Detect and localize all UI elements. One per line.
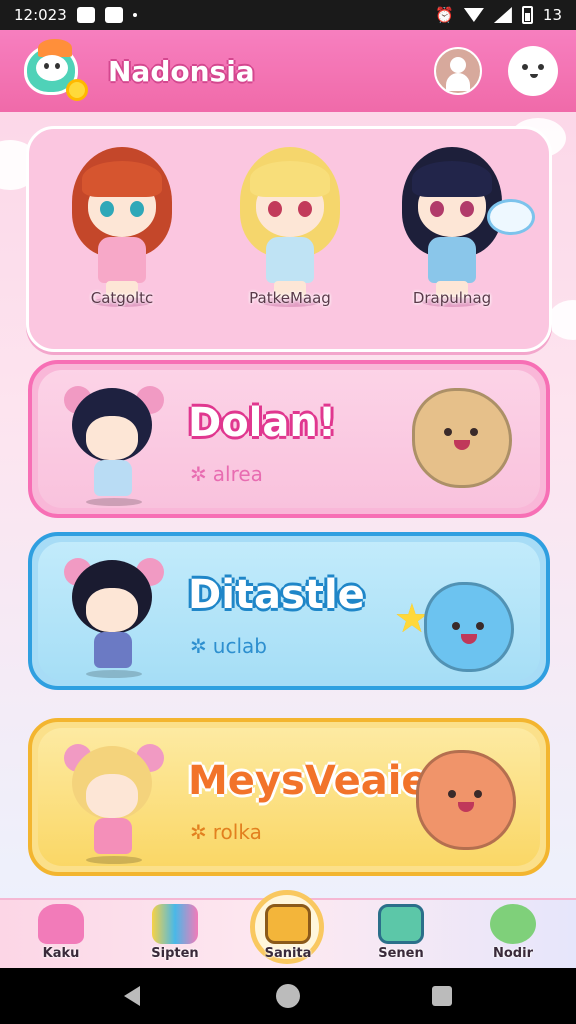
nav-label: Senen (378, 946, 424, 961)
signal-icon (493, 7, 512, 23)
card-subtitle: alrea (212, 462, 263, 486)
nav-label: Nodir (493, 946, 533, 961)
alarm-icon: ⏰ (435, 6, 454, 24)
menu-button[interactable] (508, 46, 558, 96)
system-navigation-bar (0, 968, 576, 1024)
character-thumbnail (58, 738, 168, 868)
nav-label: Kaku (42, 946, 80, 961)
menu-dot-icon (538, 64, 544, 70)
menu-dot-icon (530, 74, 538, 78)
status-bar: 12:023 ⏰ 13 (0, 0, 576, 30)
battery-icon (521, 6, 533, 24)
card-subtitle: rolka (212, 820, 262, 844)
battery-text: 13 (542, 6, 562, 24)
character-option-3[interactable]: Drapulnag (377, 139, 535, 319)
picture-frame-icon (378, 904, 424, 944)
card-title: MeysVeaie (188, 758, 429, 804)
nav-item-sipten[interactable]: Sipten (130, 904, 220, 968)
character-panel: Catgoltc PatkeMaag Drapulnag (26, 126, 552, 352)
sparkle-icon: ✲ (190, 820, 207, 844)
blue-blob-mascot-icon (424, 582, 514, 672)
app-logo-icon (18, 35, 90, 107)
recent-apps-icon[interactable] (432, 986, 452, 1006)
character-thumbnail (58, 380, 168, 510)
thought-bubble-icon (487, 199, 535, 235)
app-notification-icon (104, 7, 123, 23)
status-time: 12:023 (14, 6, 67, 24)
more-notifications-icon (132, 13, 137, 17)
character-option-2[interactable]: PatkeMaag (215, 139, 365, 319)
gift-box-icon (265, 904, 311, 944)
category-card-pink[interactable]: Dolan! ✲ alrea (28, 360, 550, 518)
card-subtitle-row: ✲ uclab (190, 634, 267, 658)
hammer-icon (152, 904, 198, 944)
bottom-navigation: Kaku Sipten Sanita Senen Nodir (0, 890, 576, 968)
green-creature-icon (490, 904, 536, 944)
card-subtitle-row: ✲ alrea (190, 462, 263, 486)
card-subtitle: uclab (212, 634, 267, 658)
character-label: Drapulnag (412, 289, 492, 307)
status-left: 12:023 (14, 6, 137, 24)
menu-dot-icon (522, 64, 528, 70)
card-title: Ditastle (188, 572, 365, 618)
cloud-decoration (548, 300, 576, 340)
sparkle-icon: ✲ (190, 634, 207, 658)
nav-item-sanita[interactable]: Sanita (243, 904, 333, 968)
nav-item-senen[interactable]: Senen (356, 904, 446, 968)
card-title: Dolan! (188, 400, 337, 446)
app-title: Nadonsia (108, 54, 255, 88)
character-label: Catgoltc (90, 289, 154, 307)
category-card-blue[interactable]: Ditastle ✲ uclab ★ (28, 532, 550, 690)
wifi-icon (463, 8, 484, 22)
nav-label: Sipten (151, 946, 199, 961)
sparkle-icon: ✲ (190, 462, 207, 486)
nav-label: Sanita (264, 946, 312, 961)
cookie-mascot-icon (412, 388, 512, 488)
back-icon[interactable] (124, 986, 140, 1006)
character-label: PatkeMaag (249, 289, 331, 307)
orange-fish-mascot-icon (416, 750, 516, 850)
character-option-1[interactable]: Catgoltc (47, 139, 197, 319)
pink-bunny-icon (38, 904, 84, 944)
card-subtitle-row: ✲ rolka (190, 820, 262, 844)
category-card-yellow[interactable]: MeysVeaie ✲ rolka (28, 718, 550, 876)
nav-item-kaku[interactable]: Kaku (16, 904, 106, 968)
status-right: ⏰ 13 (435, 6, 562, 24)
app-header: Nadonsia (0, 30, 576, 112)
profile-avatar-button[interactable] (434, 47, 482, 95)
home-icon[interactable] (276, 984, 300, 1008)
nav-item-nodir[interactable]: Nodir (468, 904, 558, 968)
message-icon (76, 7, 95, 23)
character-thumbnail (58, 552, 168, 682)
